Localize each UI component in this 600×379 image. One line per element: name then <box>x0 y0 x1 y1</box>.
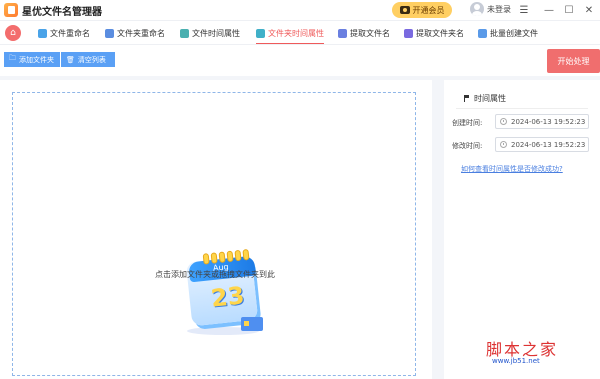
tab-batch-create[interactable]: 批量创建文件 <box>478 21 538 45</box>
folder-rename-icon <box>105 28 114 38</box>
camera-icon <box>399 6 410 14</box>
drop-zone[interactable]: Aug 23 点击添加文件夹或拖拽文件夹到此 <box>12 92 416 376</box>
created-time-label: 创建时间: <box>452 119 483 127</box>
tab-file-time[interactable]: 文件时间属性 <box>180 21 240 45</box>
tab-label: 批量创建文件 <box>490 28 538 38</box>
modified-time-label: 修改时间: <box>452 142 483 150</box>
tab-label: 提取文件名 <box>350 28 390 38</box>
tab-label: 文件夹时间属性 <box>268 28 324 38</box>
tab-folder-rename[interactable]: 文件夹重命名 <box>105 21 165 45</box>
modified-time-field[interactable]: 2024-06-13 19:52:23 <box>495 137 589 152</box>
created-time-value: 2024-06-13 19:52:23 <box>511 117 586 126</box>
tab-label: 文件夹重命名 <box>117 28 165 38</box>
app-title: 星优文件名管理器 <box>22 6 102 18</box>
tab-label: 文件重命名 <box>50 28 90 38</box>
minimize-button[interactable]: — <box>542 3 556 17</box>
add-folder-button[interactable]: 🗀 添加文件夹 <box>4 52 60 67</box>
calendar-day: 23 <box>209 281 246 313</box>
divider <box>456 108 588 109</box>
vip-label: 开通会员 <box>412 5 445 15</box>
batch-create-icon <box>478 28 487 38</box>
maximize-button[interactable]: ☐ <box>562 3 576 17</box>
extract-file-icon <box>338 28 347 38</box>
clear-list-button[interactable]: 🗑 清空列表 <box>61 52 115 67</box>
home-icon: ⌂ <box>10 28 16 38</box>
file-rename-icon <box>38 28 47 38</box>
home-button[interactable]: ⌂ <box>5 25 21 41</box>
file-time-icon <box>180 28 189 38</box>
settings-icon[interactable]: ☰ <box>517 3 531 17</box>
app-logo-icon <box>4 3 18 17</box>
help-link[interactable]: 如何查看时间属性是否修改成功? <box>461 164 563 174</box>
tab-file-rename[interactable]: 文件重命名 <box>38 21 90 45</box>
calendar-illustration-icon: Aug 23 <box>183 247 273 339</box>
toolbar: 🗀 添加文件夹 🗑 清空列表 开始处理 <box>0 44 600 76</box>
extract-folder-icon <box>404 28 413 38</box>
trash-icon: 🗑 <box>66 55 75 64</box>
login-label: 未登录 <box>487 4 511 14</box>
panel-title-text: 时间属性 <box>474 94 506 103</box>
clock-icon <box>500 141 507 148</box>
clock-icon <box>500 118 507 125</box>
tab-extract-foldername[interactable]: 提取文件夹名 <box>404 21 464 45</box>
file-list-area: Aug 23 点击添加文件夹或拖拽文件夹到此 <box>0 80 432 379</box>
vip-button[interactable]: 开通会员 <box>392 2 452 18</box>
time-attributes-panel: 时间属性 创建时间: 2024-06-13 19:52:23 修改时间: 202… <box>444 80 600 379</box>
modified-time-value: 2024-06-13 19:52:23 <box>511 140 586 149</box>
panel-title: 时间属性 <box>464 93 506 104</box>
folder-icon: 🗀 <box>9 54 16 62</box>
tab-label: 文件时间属性 <box>192 28 240 38</box>
avatar-icon <box>470 2 484 16</box>
drop-hint: 点击添加文件夹或拖拽文件夹到此 <box>155 270 275 279</box>
clear-list-label: 清空列表 <box>77 55 106 64</box>
flag-icon <box>464 95 470 102</box>
tab-label: 提取文件夹名 <box>416 28 464 38</box>
add-folder-label: 添加文件夹 <box>19 55 54 64</box>
user-login[interactable]: 未登录 <box>470 2 511 16</box>
watermark-url: www.jb51.net <box>492 357 540 365</box>
created-time-field[interactable]: 2024-06-13 19:52:23 <box>495 114 589 129</box>
title-bar: 星优文件名管理器 开通会员 未登录 ☰ — ☐ ✕ <box>0 0 600 20</box>
nav-bar: ⌂ 文件重命名 文件夹重命名 文件时间属性 文件夹时间属性 提取文件名 提取文件… <box>0 20 600 45</box>
folder-time-icon <box>256 28 265 38</box>
start-button[interactable]: 开始处理 <box>547 49 600 73</box>
tab-extract-filename[interactable]: 提取文件名 <box>338 21 390 45</box>
tab-folder-time[interactable]: 文件夹时间属性 <box>256 21 324 45</box>
close-button[interactable]: ✕ <box>582 3 596 17</box>
